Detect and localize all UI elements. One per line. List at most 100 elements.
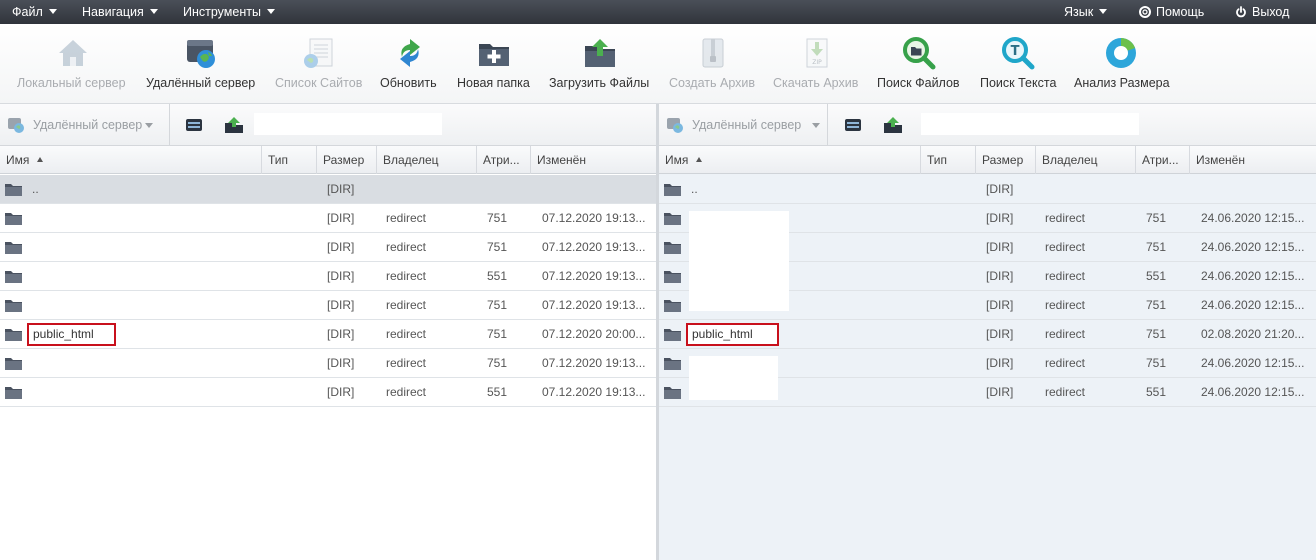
file-modified: [1201, 175, 1314, 204]
search-text-button[interactable]: T Поиск Текста: [977, 24, 1061, 104]
left-path-input[interactable]: [254, 113, 442, 135]
chevron-down-icon: [48, 9, 57, 15]
file-size: [DIR]: [986, 385, 1014, 399]
download-archive-label: Скачать Архив: [773, 76, 859, 90]
file-modified: 07.12.2020 19:13...: [542, 240, 646, 254]
table-row[interactable]: public_html [DIR] redirect 751 07.12.2020 20…: [0, 320, 656, 349]
refresh-button[interactable]: Обновить: [377, 24, 443, 104]
table-row[interactable]: [DIR] redirect 551 07.12.2020 19:13...: [0, 262, 656, 291]
column-attrs[interactable]: Атри...: [477, 146, 531, 174]
table-row[interactable]: [DIR] redirect 751 07.12.2020 19:13...: [0, 204, 656, 233]
drive-icon[interactable]: [184, 115, 204, 135]
file-size: [DIR]: [986, 211, 1014, 225]
menu-help-label: Помощь: [1156, 5, 1205, 19]
file-owner: redirect: [1045, 269, 1086, 283]
file-size: [DIR]: [986, 327, 1014, 341]
zip-label: ZIP: [812, 59, 822, 66]
file-owner: redirect: [386, 269, 427, 283]
file-size: [DIR]: [986, 240, 1014, 254]
column-type[interactable]: Тип: [921, 146, 976, 174]
column-name[interactable]: Имя: [0, 146, 262, 174]
left-server-select[interactable]: Удалённый сервер: [6, 104, 164, 146]
file-modified: [542, 175, 654, 204]
column-name[interactable]: Имя: [659, 146, 921, 174]
menu-navigation[interactable]: Навигация: [82, 0, 158, 24]
folder-icon: [664, 358, 681, 370]
right-server-select[interactable]: Удалённый сервер: [665, 104, 823, 146]
file-owner: [1045, 175, 1133, 204]
remote-server-button[interactable]: Удалённый сервер: [143, 24, 259, 104]
file-size: [DIR]: [327, 385, 355, 399]
file-modified: 07.12.2020 19:13...: [542, 211, 646, 225]
file-size: [DIR]: [986, 298, 1014, 312]
folder-up-icon[interactable]: [883, 115, 903, 135]
file-attrs: 751: [487, 298, 508, 312]
file-modified: 24.06.2020 12:15...: [1201, 269, 1305, 283]
new-folder-label: Новая папка: [457, 76, 530, 90]
right-path-input[interactable]: [921, 113, 1139, 135]
folder-icon: [5, 358, 22, 370]
menu-file[interactable]: Файл: [12, 0, 57, 24]
file-owner: redirect: [1045, 298, 1086, 312]
size-analysis-button[interactable]: Анализ Размера: [1071, 24, 1173, 104]
table-row[interactable]: [DIR] redirect 551 07.12.2020 19:13...: [0, 378, 656, 407]
file-attrs: 551: [1146, 269, 1167, 283]
left-server-label: Удалённый сервер: [33, 118, 143, 132]
chevron-down-icon: [1099, 9, 1108, 15]
refresh-label: Обновить: [380, 76, 437, 90]
table-row[interactable]: [DIR] redirect 751 07.12.2020 19:13...: [0, 291, 656, 320]
column-type[interactable]: Тип: [262, 146, 317, 174]
upload-files-button[interactable]: Загрузить Файлы: [546, 24, 654, 104]
folder-up-icon[interactable]: [224, 115, 244, 135]
menu-help[interactable]: Помощь: [1139, 0, 1204, 24]
new-folder-button[interactable]: Новая папка: [454, 24, 534, 104]
column-size[interactable]: Размер: [317, 146, 377, 174]
file-name: public_html: [27, 323, 116, 346]
top-menu-bar: Файл Навигация Инструменты Язык Помощь В…: [0, 0, 1316, 24]
download-archive-button[interactable]: ZIP Скачать Архив: [770, 24, 864, 104]
menu-exit[interactable]: Выход: [1235, 0, 1289, 24]
column-owner[interactable]: Владелец: [377, 146, 477, 174]
file-size: [DIR]: [327, 182, 355, 196]
file-owner: redirect: [1045, 211, 1086, 225]
file-attrs: 751: [1146, 356, 1167, 370]
table-row[interactable]: [DIR] redirect 751 07.12.2020 19:13...: [0, 233, 656, 262]
folder-icon: [664, 271, 681, 283]
column-owner[interactable]: Владелец: [1036, 146, 1136, 174]
address-divider: [169, 104, 170, 146]
main-toolbar: Локальный сервер Удалённый сервер Список…: [0, 24, 1316, 104]
search-text-icon: T: [1002, 37, 1035, 70]
menu-language[interactable]: Язык: [1064, 0, 1108, 24]
file-owner: redirect: [1045, 240, 1086, 254]
file-size: [DIR]: [986, 182, 1014, 196]
column-type-label: Тип: [927, 153, 948, 167]
column-modified[interactable]: Изменён: [531, 146, 656, 174]
search-text-label: Поиск Текста: [980, 76, 1057, 90]
menu-tools[interactable]: Инструменты: [183, 0, 275, 24]
table-row[interactable]: [DIR] redirect 751 07.12.2020 19:13...: [0, 349, 656, 378]
parent-dir-row[interactable]: .. [DIR]: [0, 175, 656, 204]
chevron-down-icon: [145, 123, 153, 128]
file-size: [DIR]: [327, 327, 355, 341]
create-archive-button[interactable]: Создать Архив: [666, 24, 760, 104]
refresh-icon: [400, 39, 420, 67]
column-size[interactable]: Размер: [976, 146, 1036, 174]
file-owner: redirect: [1045, 356, 1086, 370]
site-list-button[interactable]: Список Сайтов: [272, 24, 366, 104]
table-row[interactable]: public_html [DIR] redirect 751 02.08.2020 21…: [659, 320, 1316, 349]
folder-icon: [5, 213, 22, 225]
local-server-button[interactable]: Локальный сервер: [14, 24, 132, 104]
file-owner: redirect: [386, 356, 427, 370]
zip-download-icon: ZIP: [806, 38, 828, 68]
file-attrs: 751: [1146, 211, 1167, 225]
drive-icon[interactable]: [843, 115, 863, 135]
file-attrs: 751: [1146, 327, 1167, 341]
pie-chart-icon: [1106, 38, 1136, 68]
folder-icon: [664, 213, 681, 225]
folder-icon: [664, 329, 681, 341]
search-files-button[interactable]: Поиск Файлов: [874, 24, 966, 104]
parent-dir-row[interactable]: .. [DIR]: [659, 175, 1316, 204]
column-attrs[interactable]: Атри...: [1136, 146, 1190, 174]
column-modified[interactable]: Изменён: [1190, 146, 1316, 174]
file-modified: 24.06.2020 12:15...: [1201, 240, 1305, 254]
